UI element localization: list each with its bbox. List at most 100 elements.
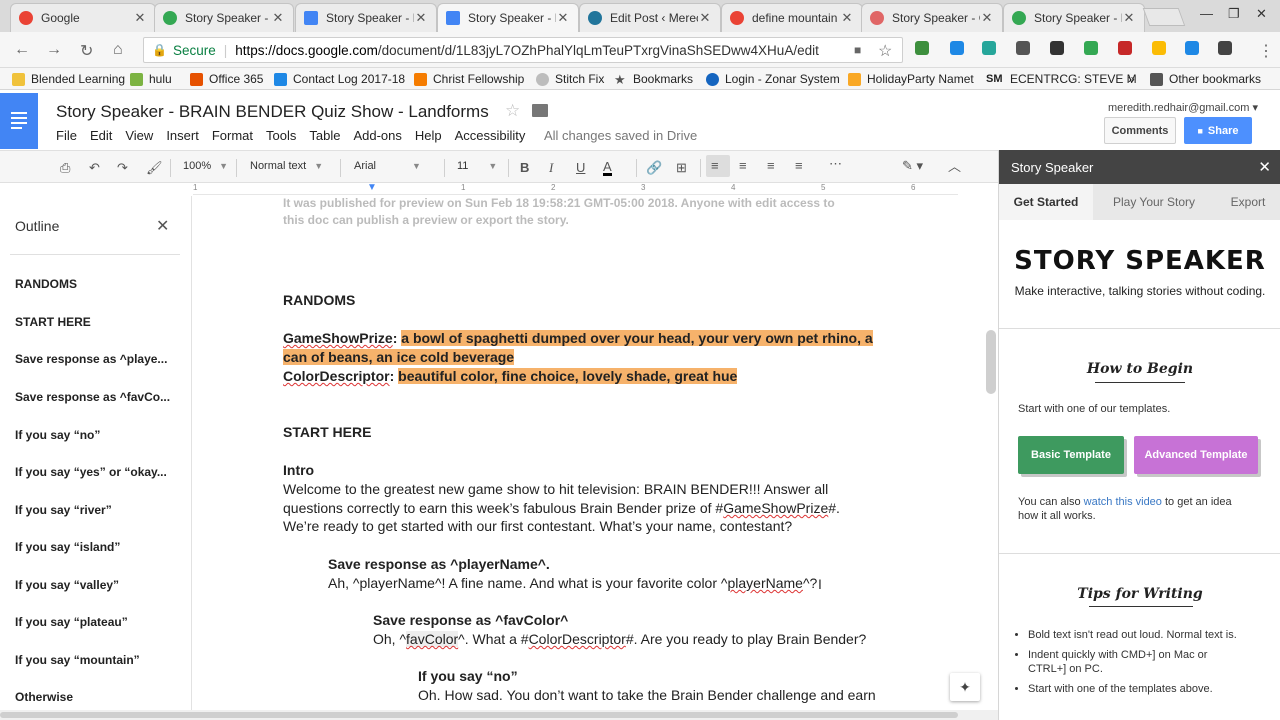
bookmark-item[interactable]: Stitch Fix — [536, 72, 604, 86]
explore-button[interactable]: ✦ — [950, 673, 980, 701]
browser-tab[interactable]: Story Speaker - E ✕ — [295, 3, 437, 32]
insert-comment-icon[interactable]: ⊞ — [676, 160, 687, 176]
bookmark-item[interactable]: hulu — [130, 72, 172, 86]
browser-tab[interactable]: Edit Post ‹ Merec ✕ — [579, 3, 721, 32]
minimize-icon[interactable]: — — [1200, 6, 1213, 21]
menu-tools[interactable]: Tools — [266, 128, 296, 143]
watch-video-link[interactable]: watch this video — [1084, 496, 1162, 508]
style-select[interactable]: Normal text ▼ — [250, 160, 323, 172]
bookmark-item[interactable]: Christ Fellowship — [414, 72, 524, 86]
comments-button[interactable]: Comments — [1104, 117, 1176, 144]
text-color-icon[interactable]: A — [603, 160, 612, 176]
address-bar[interactable]: 🔒 Secure | https://docs.google.com/docum… — [143, 37, 903, 63]
forward-icon[interactable]: → — [46, 41, 62, 59]
basic-template-button[interactable]: Basic Template — [1018, 436, 1124, 474]
extension-icon[interactable] — [1218, 41, 1232, 55]
link-icon[interactable]: 🔗 — [646, 160, 662, 176]
menu-format[interactable]: Format — [212, 128, 253, 143]
bookmark-star-icon[interactable]: ☆ — [878, 41, 892, 61]
outline-item[interactable]: If you say “no” — [15, 428, 100, 442]
close-tab-icon[interactable]: ✕ — [414, 10, 428, 26]
horizontal-scrollbar[interactable] — [0, 712, 958, 718]
menu-edit[interactable]: Edit — [90, 128, 112, 143]
back-icon[interactable]: ← — [14, 41, 30, 59]
close-tab-icon[interactable]: ✕ — [698, 10, 712, 26]
italic-icon[interactable]: I — [549, 160, 553, 176]
outline-item[interactable]: If you say “valley” — [15, 578, 119, 592]
extension-icon[interactable] — [1050, 41, 1064, 55]
star-icon[interactable]: ☆ — [505, 101, 520, 121]
new-tab-button[interactable] — [1142, 8, 1186, 26]
menu-table[interactable]: Table — [309, 128, 340, 143]
menu-accessibility[interactable]: Accessibility — [455, 128, 526, 143]
menu-addons[interactable]: Add-ons — [353, 128, 401, 143]
zoom-select[interactable]: 100% ▼ — [183, 160, 228, 172]
maximize-icon[interactable]: ❐ — [1228, 6, 1240, 22]
close-tab-icon[interactable]: ✕ — [1122, 10, 1136, 26]
underline-icon[interactable]: U — [576, 160, 585, 175]
outline-item[interactable]: If you say “mountain” — [15, 653, 140, 667]
extension-icon[interactable] — [950, 41, 964, 55]
account-email[interactable]: meredith.redhair@gmail.com ▾ — [1108, 101, 1258, 114]
collapse-icon[interactable]: ︿ — [948, 156, 961, 175]
browser-tab[interactable]: Story Speaker - E ✕ — [154, 3, 294, 32]
outline-item[interactable]: If you say “island” — [15, 540, 120, 554]
browser-tab[interactable]: define mountain ✕ — [721, 3, 863, 32]
close-tab-icon[interactable]: ✕ — [271, 10, 285, 26]
close-sidebar-icon[interactable]: ✕ — [1258, 158, 1271, 176]
bookmarks-overflow-icon[interactable]: » — [1128, 72, 1135, 86]
chrome-menu-icon[interactable]: ⋮ — [1258, 41, 1274, 61]
close-icon[interactable]: ✕ — [156, 216, 169, 236]
outline-item[interactable]: RANDOMS — [15, 277, 77, 291]
close-tab-icon[interactable]: ✕ — [840, 10, 854, 26]
redo-icon[interactable]: ↷ — [117, 160, 128, 176]
bookmark-item[interactable]: Login - Zonar System — [706, 72, 840, 86]
more-icon[interactable]: ⋯ — [829, 156, 842, 172]
extension-icon[interactable] — [1118, 41, 1132, 55]
font-size-select[interactable]: 11 ▼ — [457, 160, 497, 172]
undo-icon[interactable]: ↶ — [89, 160, 100, 176]
browser-tab[interactable]: Story Speaker - C ✕ — [861, 3, 1003, 32]
close-window-icon[interactable]: ✕ — [1256, 6, 1267, 22]
align-center-icon[interactable]: ≡ — [739, 158, 747, 173]
outline-item[interactable]: Save response as ^playe... — [15, 352, 167, 366]
browser-tab[interactable]: Story Speaker - E ✕ — [1003, 3, 1145, 32]
menu-file[interactable]: File — [56, 128, 77, 143]
extension-icon[interactable] — [1084, 41, 1098, 55]
extension-icon[interactable] — [1016, 41, 1030, 55]
bookmark-item[interactable]: Contact Log 2017-18 — [274, 72, 405, 86]
other-bookmarks[interactable]: Other bookmarks — [1150, 72, 1261, 86]
menu-help[interactable]: Help — [415, 128, 442, 143]
bookmark-item[interactable]: HolidayParty Namet — [848, 72, 974, 86]
outline-item[interactable]: START HERE — [15, 315, 91, 329]
home-icon[interactable]: ⌂ — [113, 41, 123, 59]
browser-tab[interactable]: Google ✕ — [10, 3, 156, 32]
extension-icon[interactable] — [1152, 41, 1166, 55]
bookmark-item[interactable]: SM ECENTRCG: STEVE M — [986, 72, 1137, 86]
align-right-icon[interactable]: ≡ — [767, 158, 775, 173]
bookmark-item[interactable]: Office 365 — [190, 72, 263, 86]
paint-format-icon[interactable]: 🖌 — [146, 160, 163, 176]
outline-item[interactable]: If you say “yes” or “okay... — [15, 465, 167, 479]
document-title[interactable]: Story Speaker - BRAIN BENDER Quiz Show -… — [56, 102, 489, 122]
close-tab-icon[interactable]: ✕ — [556, 10, 570, 26]
outline-item[interactable]: If you say “plateau” — [15, 615, 128, 629]
close-tab-icon[interactable]: ✕ — [133, 10, 147, 26]
bold-icon[interactable]: B — [520, 160, 529, 175]
document-page[interactable]: It was published for preview on Sun Feb … — [193, 196, 958, 710]
share-button[interactable]: ■ Share — [1184, 117, 1252, 144]
tab-export[interactable]: Export — [1215, 184, 1280, 220]
vertical-scrollbar[interactable] — [986, 330, 996, 394]
menu-view[interactable]: View — [125, 128, 153, 143]
browser-tab-active[interactable]: Story Speaker - E ✕ — [437, 3, 579, 32]
justify-icon[interactable]: ≡ — [795, 158, 803, 173]
outline-item[interactable]: If you say “river” — [15, 503, 112, 517]
extension-icon[interactable] — [915, 41, 929, 55]
outline-item[interactable]: Otherwise — [15, 690, 73, 704]
bookmark-item[interactable]: Blended Learning — [12, 72, 125, 86]
extension-icon[interactable] — [1185, 41, 1199, 55]
close-tab-icon[interactable]: ✕ — [980, 10, 994, 26]
camera-icon[interactable]: ■ — [854, 43, 861, 57]
print-icon[interactable]: ⎙ — [60, 160, 70, 176]
editing-mode-icon[interactable]: ✎ ▾ — [902, 158, 923, 174]
